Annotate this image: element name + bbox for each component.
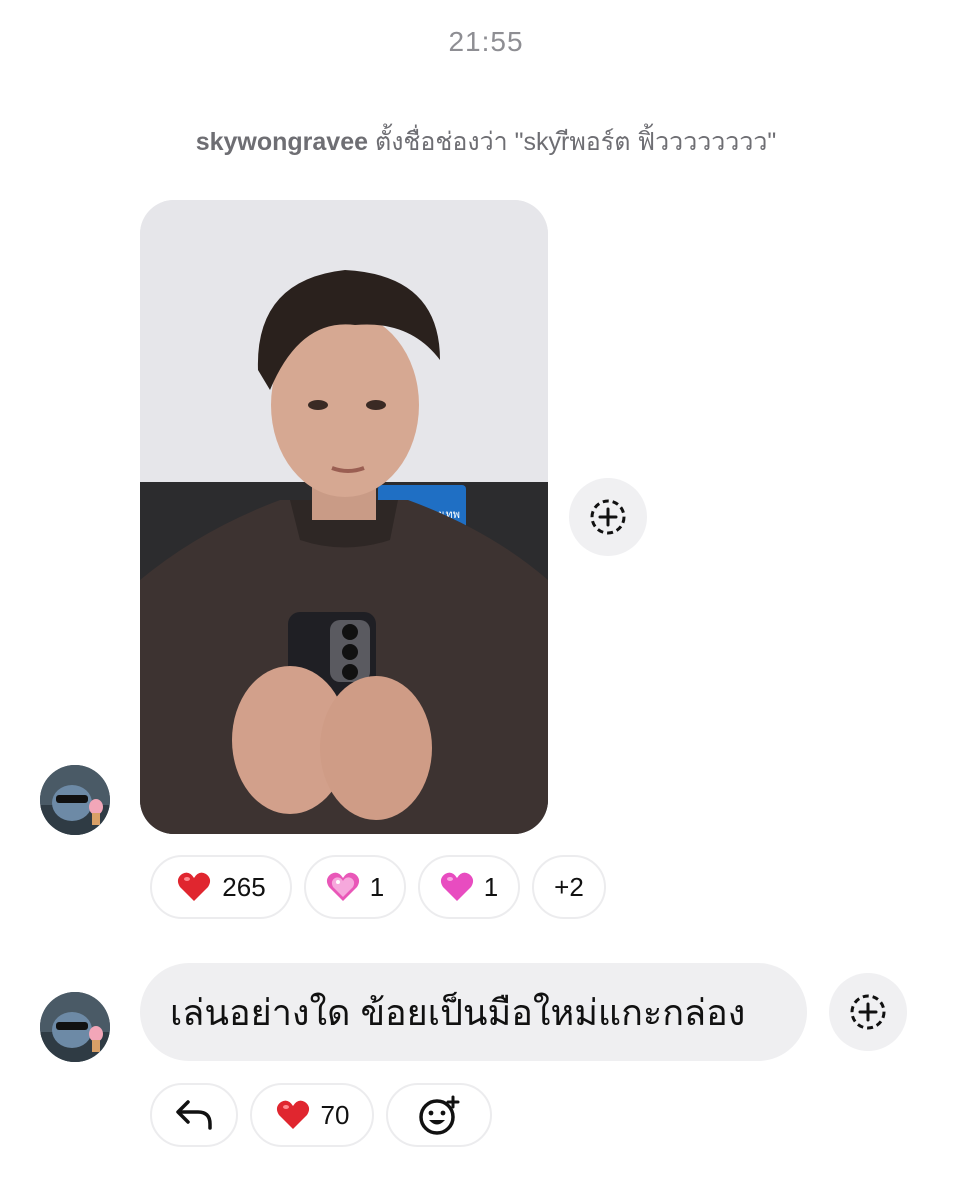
reaction-red-heart[interactable]: 70 (250, 1083, 374, 1147)
share-icon (850, 994, 886, 1030)
timestamp: 21:55 (448, 26, 524, 57)
system-message-username[interactable]: skywongravee (196, 128, 368, 156)
text-reactions: 70 (150, 1083, 492, 1147)
add-reaction-button[interactable] (386, 1083, 492, 1147)
share-icon (590, 499, 626, 535)
avatar[interactable] (40, 765, 110, 835)
avatar-image (40, 765, 110, 835)
share-button[interactable] (829, 973, 907, 1051)
pink-heart-icon (440, 869, 474, 905)
avatar-image (40, 992, 110, 1062)
reaction-count: 265 (222, 871, 266, 902)
add-reaction-icon (419, 1095, 460, 1135)
reaction-count: 1 (483, 871, 499, 902)
photo-image: ธนาคารกรุงเทพ (140, 200, 548, 834)
system-message-text: ตั้งชื่อช่องว่า "skyrีพอร์ต ฟิ้วววววววว" (368, 128, 777, 156)
reaction-count: 70 (320, 1099, 350, 1130)
reaction-more[interactable]: +2 (532, 855, 606, 919)
reply-icon (176, 1100, 212, 1130)
message-bubble[interactable]: เล่นอย่างใด ข้อยเป็นมือใหม่แกะกล่อง (140, 963, 807, 1061)
red-heart-icon (275, 1097, 311, 1133)
shared-photo[interactable]: ธนาคารกรุงเทพ (140, 200, 548, 834)
avatar[interactable] (40, 992, 110, 1062)
system-message: skywongravee ตั้งชื่อช่องว่า "skyrีพอร์ต… (0, 122, 972, 162)
share-button[interactable] (569, 478, 647, 556)
photo-reactions: 265 1 1 +2 (150, 855, 606, 919)
reaction-sparkling-heart[interactable]: 1 (304, 855, 406, 919)
sparkling-heart-icon (326, 869, 360, 905)
reply-button[interactable] (150, 1083, 238, 1147)
reaction-more-count: +2 (554, 871, 584, 902)
reaction-count: 1 (369, 871, 385, 902)
reaction-pink-heart[interactable]: 1 (418, 855, 520, 919)
reaction-red-heart[interactable]: 265 (150, 855, 292, 919)
red-heart-icon (176, 869, 212, 905)
